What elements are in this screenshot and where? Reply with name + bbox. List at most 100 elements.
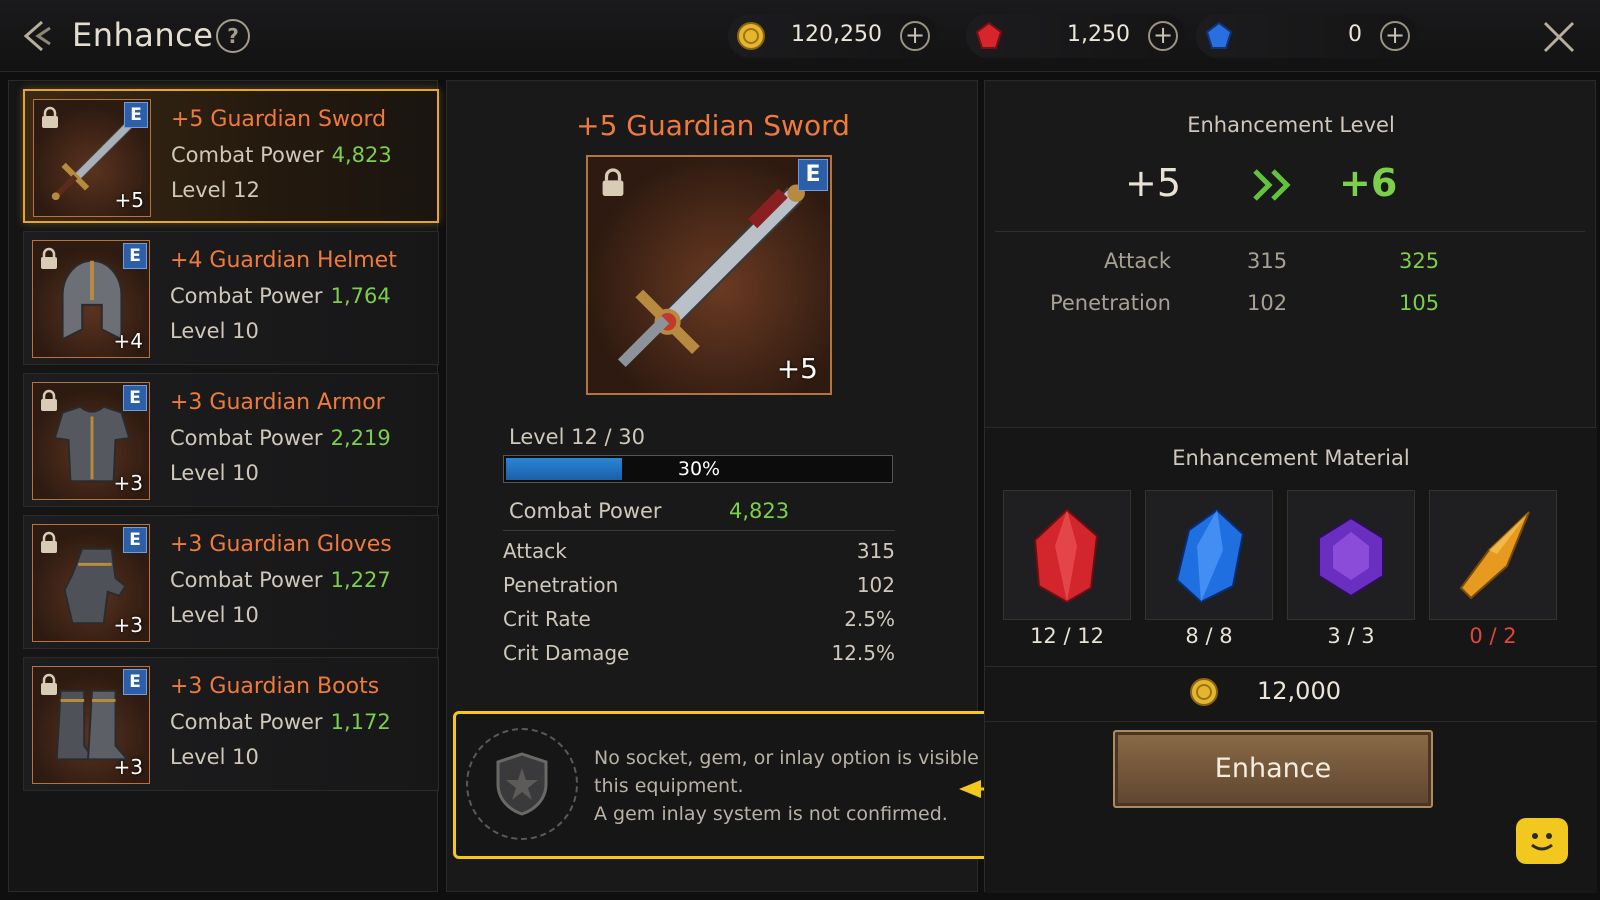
equipment-item-armor[interactable]: E +3 +3 Guardian Armor Combat Power 2,219… xyxy=(23,373,439,507)
material-count: 0 / 2 xyxy=(1469,624,1517,648)
equipment-item-sword[interactable]: E +5 +5 Guardian Sword Combat Power 4,823… xyxy=(23,89,439,223)
equipment-thumbnail: E +3 xyxy=(32,524,150,642)
blue-crystal-icon xyxy=(1175,508,1245,604)
add-gold-button[interactable]: + xyxy=(900,21,930,51)
material-slot-blue-crystal[interactable]: 8 / 8 xyxy=(1145,490,1273,658)
gem-inlay-note: No socket, gem, or inlay option is visib… xyxy=(453,711,1043,859)
enhancement-material-heading: Enhancement Material xyxy=(1172,446,1410,470)
grade-badge: E xyxy=(123,527,147,553)
stat-value: 12.5% xyxy=(831,641,895,665)
combat-power-label: Combat Power xyxy=(170,284,323,308)
level-progress-text: 30% xyxy=(677,458,721,480)
combat-power-row: Combat Power 4,823 xyxy=(503,495,895,531)
stat-current-value: 102 xyxy=(1247,291,1288,315)
purple-crystal-icon xyxy=(1318,516,1384,598)
note-line: No socket, gem, or inlay option is visib… xyxy=(594,747,1011,769)
red-gem-currency: 1,250 + xyxy=(966,14,1186,58)
combat-power-label: Combat Power xyxy=(170,568,323,592)
red-gem-icon xyxy=(975,21,1003,49)
stat-row-attack: Attack 315 xyxy=(503,539,895,569)
combat-power-value: 4,823 xyxy=(729,499,790,523)
enhance-level-badge: +4 xyxy=(113,329,143,353)
stat-label: Attack xyxy=(1103,249,1171,273)
note-line: A gem inlay system is not confirmed. xyxy=(594,803,948,825)
lock-icon xyxy=(41,247,57,269)
equipment-combat-power: Combat Power 4,823 xyxy=(171,143,392,167)
material-slot-purple-crystal[interactable]: 3 / 3 xyxy=(1287,490,1415,658)
enhancement-material-section: Enhancement Material 12 / 12 8 / 8 3 / 3… xyxy=(985,427,1597,893)
stat-next-value: 325 xyxy=(1399,249,1440,273)
enhance-button[interactable]: Enhance xyxy=(1113,730,1433,808)
divider xyxy=(995,231,1585,232)
material-slot-amber-shard[interactable]: 0 / 2 xyxy=(1429,490,1557,658)
gold-coin-icon xyxy=(1190,678,1218,706)
grade-badge: E xyxy=(123,669,147,695)
grade-badge: E xyxy=(124,102,148,128)
shield-icon xyxy=(496,752,548,816)
lock-icon xyxy=(41,673,57,695)
lock-icon xyxy=(41,389,57,411)
blue-gem-icon xyxy=(1205,21,1233,49)
gold-currency: 120,250 + xyxy=(728,14,938,58)
smiley-chat-icon xyxy=(1531,833,1553,851)
gold-coin-icon xyxy=(737,22,765,50)
stat-current-value: 315 xyxy=(1247,249,1288,273)
item-detail-panel: +5 Guardian Sword E +5 Level 12 / 30 30%… xyxy=(446,80,1065,892)
note-line: this equipment. xyxy=(594,775,744,797)
equipment-list: E +5 +5 Guardian Sword Combat Power 4,823… xyxy=(8,80,439,892)
combat-power-label: Combat Power xyxy=(170,710,323,734)
lock-icon xyxy=(602,168,624,196)
level-progress-bar: 30% xyxy=(503,455,893,483)
combat-power-label: Combat Power xyxy=(170,426,323,450)
red-gem-amount: 1,250 xyxy=(1067,22,1130,47)
equipment-name: +4 Guardian Helmet xyxy=(170,248,397,273)
stat-label: Penetration xyxy=(1049,291,1171,315)
equipment-item-boots[interactable]: E +3 +3 Guardian Boots Combat Power 1,172… xyxy=(23,657,439,791)
level-progress-label: Level 12 / 30 xyxy=(509,425,645,449)
equipment-item-gloves[interactable]: E +3 +3 Guardian Gloves Combat Power 1,22… xyxy=(23,515,439,649)
enhance-level-badge: +3 xyxy=(113,471,143,495)
combat-power-value: 1,172 xyxy=(330,710,391,734)
combat-power-label: Combat Power xyxy=(509,499,662,523)
add-blue-gem-button[interactable]: + xyxy=(1380,21,1410,51)
blue-gem-amount: 0 xyxy=(1348,22,1362,47)
equipment-level: Level 10 xyxy=(170,461,259,485)
page-title: Enhance xyxy=(72,16,214,54)
enhance-level-badge: +5 xyxy=(114,188,144,212)
material-count: 12 / 12 xyxy=(1030,624,1104,648)
equipment-thumbnail: E +5 xyxy=(33,99,151,217)
grade-badge: E xyxy=(798,159,828,191)
enhance-level-badge: +5 xyxy=(776,352,818,385)
combat-power-value: 2,219 xyxy=(330,426,391,450)
help-button[interactable]: ? xyxy=(216,19,250,53)
add-red-gem-button[interactable]: + xyxy=(1148,21,1178,51)
grade-badge: E xyxy=(123,243,147,269)
item-detail-title: +5 Guardian Sword xyxy=(576,109,850,142)
next-enhance-level: +6 xyxy=(1339,161,1398,205)
stat-label: Penetration xyxy=(503,573,619,597)
stat-label: Attack xyxy=(503,539,567,563)
chat-button[interactable] xyxy=(1516,818,1568,864)
equipment-thumbnail: E +3 xyxy=(32,666,150,784)
enhance-level-badge: +3 xyxy=(113,755,143,779)
equipment-thumbnail: E +3 xyxy=(32,382,150,500)
equipment-level: Level 12 xyxy=(171,178,260,202)
enhance-cost-value: 12,000 xyxy=(1257,677,1341,705)
double-chevron-right-icon xyxy=(1253,169,1291,201)
current-enhance-level: +5 xyxy=(1125,161,1182,205)
stat-label: Crit Rate xyxy=(503,607,591,631)
equipment-item-helmet[interactable]: E +4 +4 Guardian Helmet Combat Power 1,76… xyxy=(23,231,439,365)
item-detail-image: E +5 xyxy=(586,155,832,395)
close-icon[interactable] xyxy=(1540,18,1578,56)
combat-power-label: Combat Power xyxy=(171,143,324,167)
amber-shard-icon xyxy=(1459,511,1530,600)
stat-row-crit-damage: Crit Damage 12.5% xyxy=(503,641,895,671)
enhancement-panel: Enhancement Level +5 +6 Attack 315 325 P… xyxy=(984,80,1597,893)
stat-row-crit-rate: Crit Rate 2.5% xyxy=(503,607,895,637)
stat-value: 315 xyxy=(856,539,895,563)
material-count: 8 / 8 xyxy=(1185,624,1233,648)
equipment-name: +5 Guardian Sword xyxy=(171,107,387,132)
blue-gem-currency: 0 + xyxy=(1196,14,1418,58)
material-slot-red-crystal[interactable]: 12 / 12 xyxy=(1003,490,1131,658)
back-icon[interactable] xyxy=(20,16,60,56)
